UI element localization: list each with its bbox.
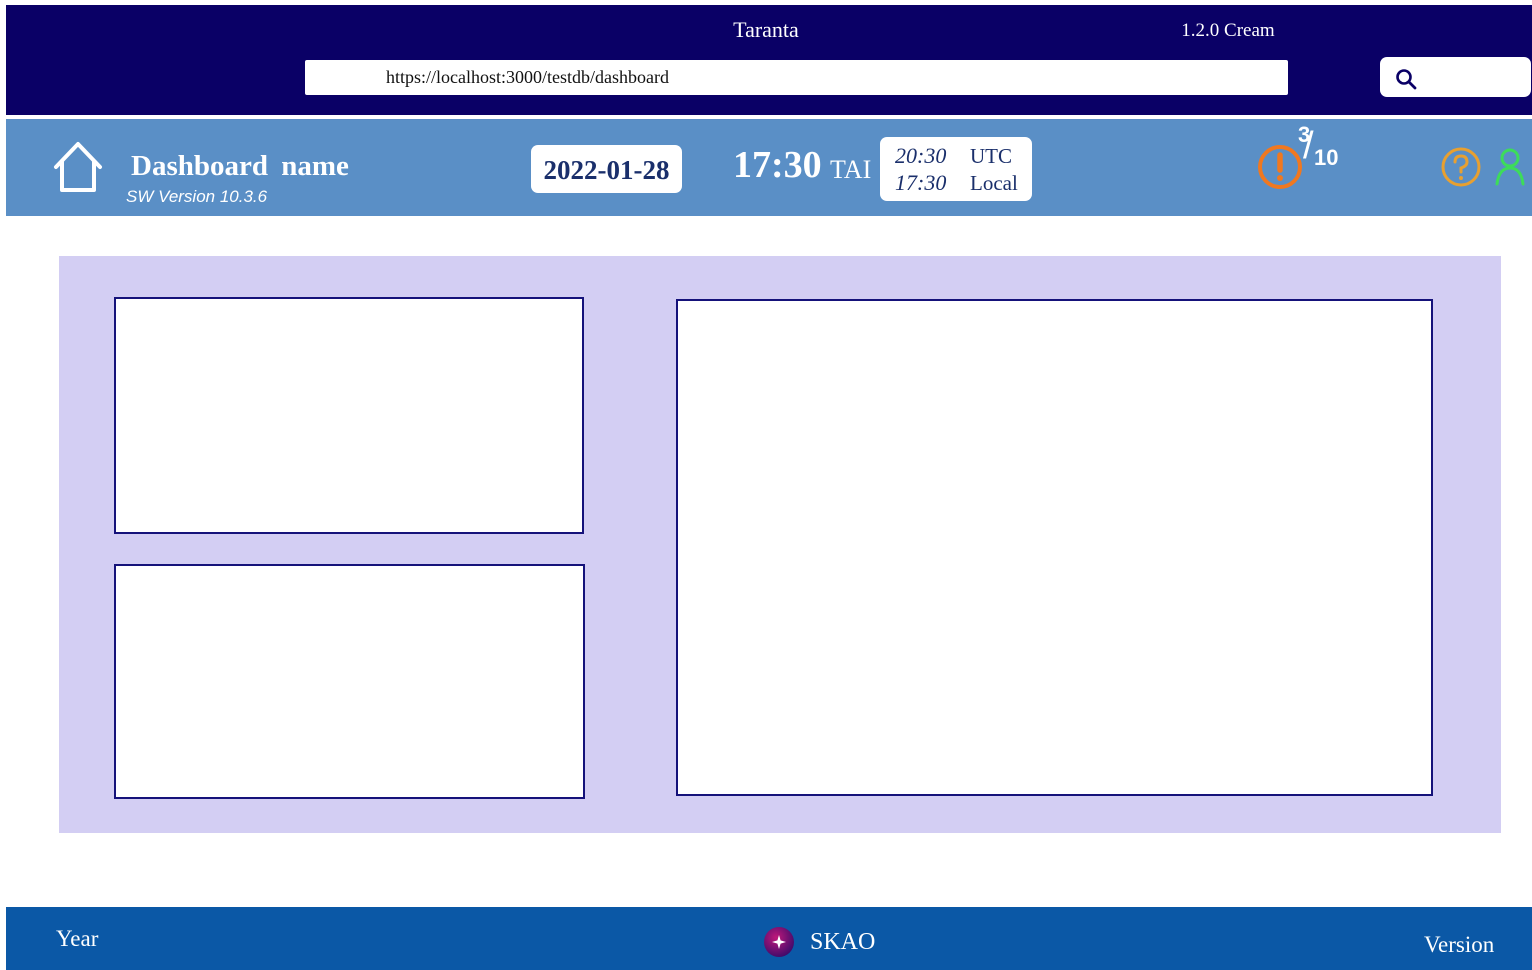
- local-row: 17:30 Local: [880, 170, 1032, 196]
- alarm-icon[interactable]: [1256, 142, 1306, 192]
- search-icon[interactable]: [1394, 67, 1418, 91]
- tai-label: TAI: [830, 155, 872, 184]
- footer-brand: SKAO: [810, 929, 876, 955]
- local-time: 17:30: [895, 170, 947, 195]
- url-bar[interactable]: https://localhost:3000/testdb/dashboard: [305, 60, 1288, 95]
- tai-time: 17:30: [733, 144, 822, 186]
- user-icon[interactable]: [1493, 146, 1527, 186]
- dashboard-name: Dashboard name: [131, 150, 349, 182]
- date-display: 2022-01-28: [531, 145, 682, 193]
- utc-time: 20:30: [895, 143, 947, 168]
- home-icon[interactable]: [52, 140, 104, 194]
- utc-row: 20:30 UTC: [880, 143, 1032, 169]
- footer-year: Year: [56, 926, 99, 951]
- widget-bottom-left[interactable]: [114, 564, 585, 799]
- alarm-total: 10: [1314, 145, 1339, 170]
- local-label: Local: [970, 171, 1018, 195]
- alarm-fraction-slash: /: [1303, 125, 1314, 167]
- sw-version: SW Version 10.3.6: [126, 187, 268, 206]
- help-icon[interactable]: [1439, 146, 1483, 188]
- footer-version: Version: [1424, 932, 1495, 957]
- widget-top-left[interactable]: [114, 297, 584, 534]
- utc-label: UTC: [970, 144, 1012, 168]
- time-zone-box: 20:30 UTC 17:30 Local: [880, 137, 1032, 201]
- skao-logo-icon: [764, 927, 794, 957]
- widget-right[interactable]: [676, 299, 1433, 796]
- app-version: 1.2.0 Cream: [1181, 20, 1275, 41]
